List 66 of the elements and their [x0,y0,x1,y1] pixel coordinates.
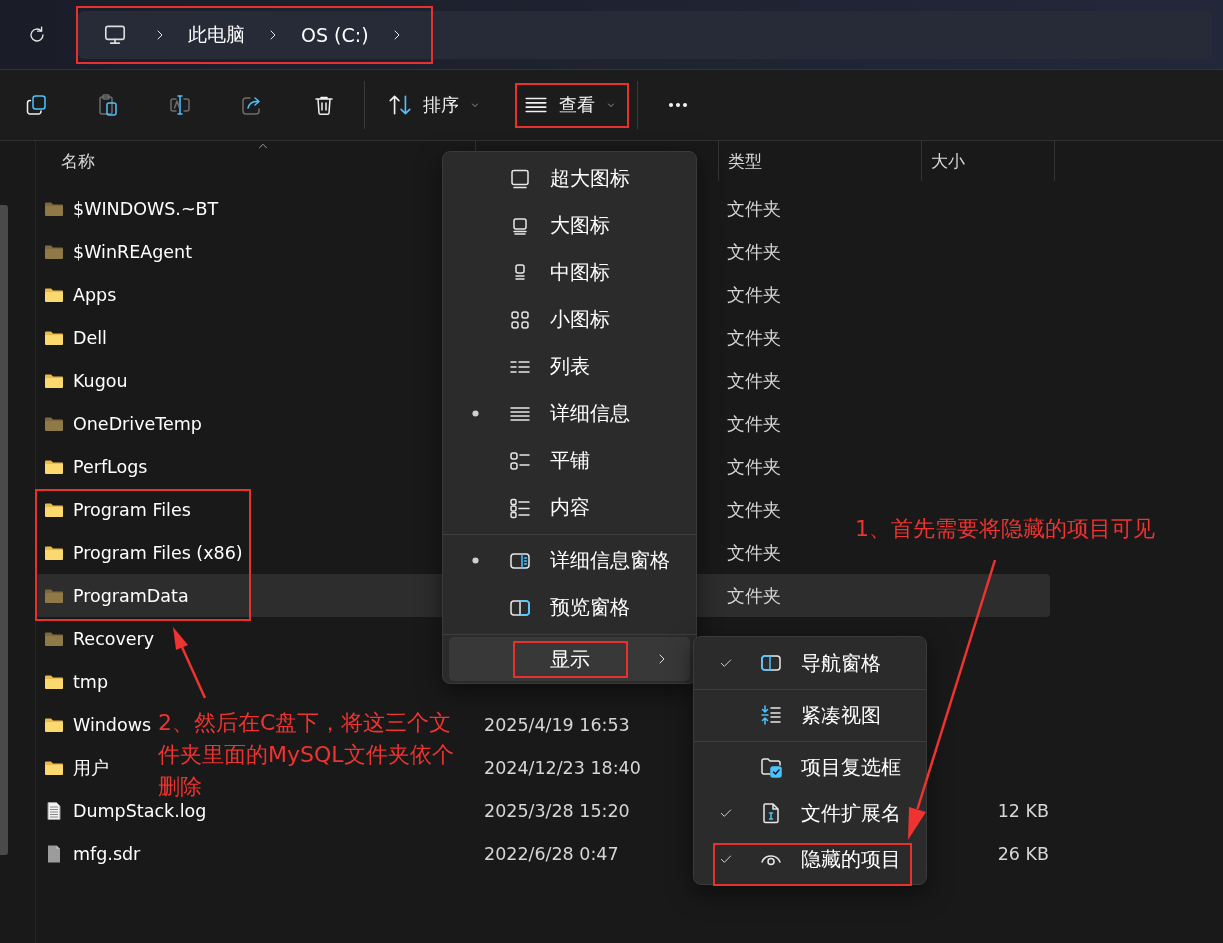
file-name: ProgramData [73,585,189,606]
annotation-text: 1、首先需要将隐藏的项目可见 [855,515,1155,543]
checkboxes-icon [759,755,783,779]
menu-item[interactable]: 显示 [449,637,690,681]
file-type: 文件夹 [727,326,781,350]
menu-item[interactable]: 隐藏的项目 [694,836,926,882]
file-name: $WinREAgent [73,241,193,262]
file-type: 文件夹 [727,498,781,522]
modified-date: 2022/6/28 0:47 [484,843,619,864]
file-type: 文件夹 [727,584,781,608]
file-name: Program Files (x86) [73,542,243,563]
menu-item[interactable]: 平铺 [443,437,696,484]
file-type: 文件夹 [727,283,781,307]
file-type: 文件夹 [727,455,781,479]
column-header[interactable]: 类型 [728,149,762,173]
menu-item[interactable]: 小图标 [443,296,696,343]
file-name: DumpStack.log [73,800,207,821]
menu-item[interactable]: 列表 [443,343,696,390]
menu-item[interactable]: 导航窗格 [694,640,926,686]
breadcrumb[interactable]: 此电脑 [184,21,249,48]
file-name: Apps [73,284,117,305]
file-type: 文件夹 [727,412,781,436]
bullet-icon [471,557,479,564]
file-size: 12 KB [997,800,1049,821]
view-button[interactable]: 查看 [517,83,623,127]
file-size: 26 KB [997,843,1049,864]
file-name: OneDriveTemp [73,413,202,434]
arrow [173,627,207,699]
file-name: 用户 [73,756,109,780]
menu-item[interactable]: 详细信息 [443,390,696,437]
text-file-icon [44,800,64,821]
file-name: Dell [73,327,107,348]
file-type: 文件夹 [727,240,781,264]
menu-item[interactable]: 紧凑视图 [694,692,926,738]
menu-item[interactable]: 超大图标 [443,155,696,202]
file-type: 文件夹 [727,541,781,565]
menu-item[interactable]: 文件扩展名 [694,790,926,836]
sort-button[interactable]: 排序 [381,83,487,127]
menu-item[interactable]: 详细信息窗格 [443,537,696,584]
column-header[interactable]: 大小 [931,149,965,173]
scrollbar-thumb[interactable] [0,205,8,855]
breadcrumb[interactable]: OS (C:) [297,23,373,46]
menu-item[interactable]: 项目复选框 [694,744,926,790]
file-name: Recovery [73,628,155,649]
address-bar[interactable]: 此电脑 OS (C:) [78,10,1212,59]
annotation-text: 2、然后在C盘下，将这三个文件夹里面的MySQL文件夹依个删除 [158,709,455,801]
file-name: tmp [73,671,109,692]
compact-icon [759,703,783,727]
file-name: PerfLogs [73,456,148,477]
file-name: Kugou [73,370,128,391]
file-name: Windows [73,714,152,735]
file-type: 文件夹 [727,197,781,221]
menu-item[interactable]: 预览窗格 [443,584,696,631]
menu-item[interactable]: 中图标 [443,249,696,296]
modified-date: 2025/4/19 16:53 [484,714,630,735]
menu-item[interactable]: 内容 [443,484,696,531]
file-type: 文件夹 [727,369,781,393]
copy-icon[interactable] [24,93,48,117]
menu-item[interactable]: 大图标 [443,202,696,249]
file-name: $WINDOWS.~BT [73,198,219,219]
modified-date: 2024/12/23 18:40 [484,757,641,778]
bullet-icon [471,410,479,417]
file-name: mfg.sdr [73,843,141,864]
modified-date: 2025/3/28 15:20 [484,800,630,821]
column-header[interactable]: 名称 [61,149,95,173]
file-name: Program Files [73,499,191,520]
